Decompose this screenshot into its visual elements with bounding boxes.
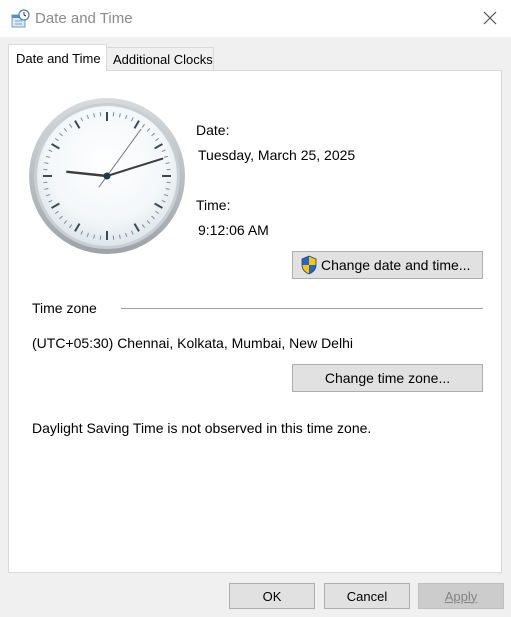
analog-clock [29,98,185,254]
tab-date-and-time[interactable]: Date and Time [8,44,107,71]
dst-note: Daylight Saving Time is not observed in … [32,420,372,436]
close-button[interactable] [476,5,504,31]
date-time-app-icon [11,9,30,28]
window-title: Date and Time [35,10,133,27]
date-value: Tuesday, March 25, 2025 [198,147,356,163]
time-label: Time: [196,197,231,213]
time-value: 9:12:06 AM [198,222,269,238]
clock-center-pin [103,172,111,180]
timezone-value: (UTC+05:30) Chennai, Kolkata, Mumbai, Ne… [32,335,353,351]
timezone-divider [121,308,483,309]
close-icon [483,11,497,25]
tab-additional-clocks[interactable]: Additional Clocks [106,47,214,70]
cancel-button[interactable]: Cancel [324,583,410,609]
change-date-time-button[interactable]: Change date and time... [292,251,483,279]
apply-button[interactable]: Apply [418,583,504,609]
uac-shield-icon [301,255,317,275]
title-bar: Date and Time [0,0,511,37]
change-timezone-button[interactable]: Change time zone... [292,364,483,392]
date-label: Date: [196,122,230,138]
change-date-time-label: Change date and time... [321,257,471,273]
timezone-heading: Time zone [32,300,97,316]
ok-button[interactable]: OK [229,583,315,609]
